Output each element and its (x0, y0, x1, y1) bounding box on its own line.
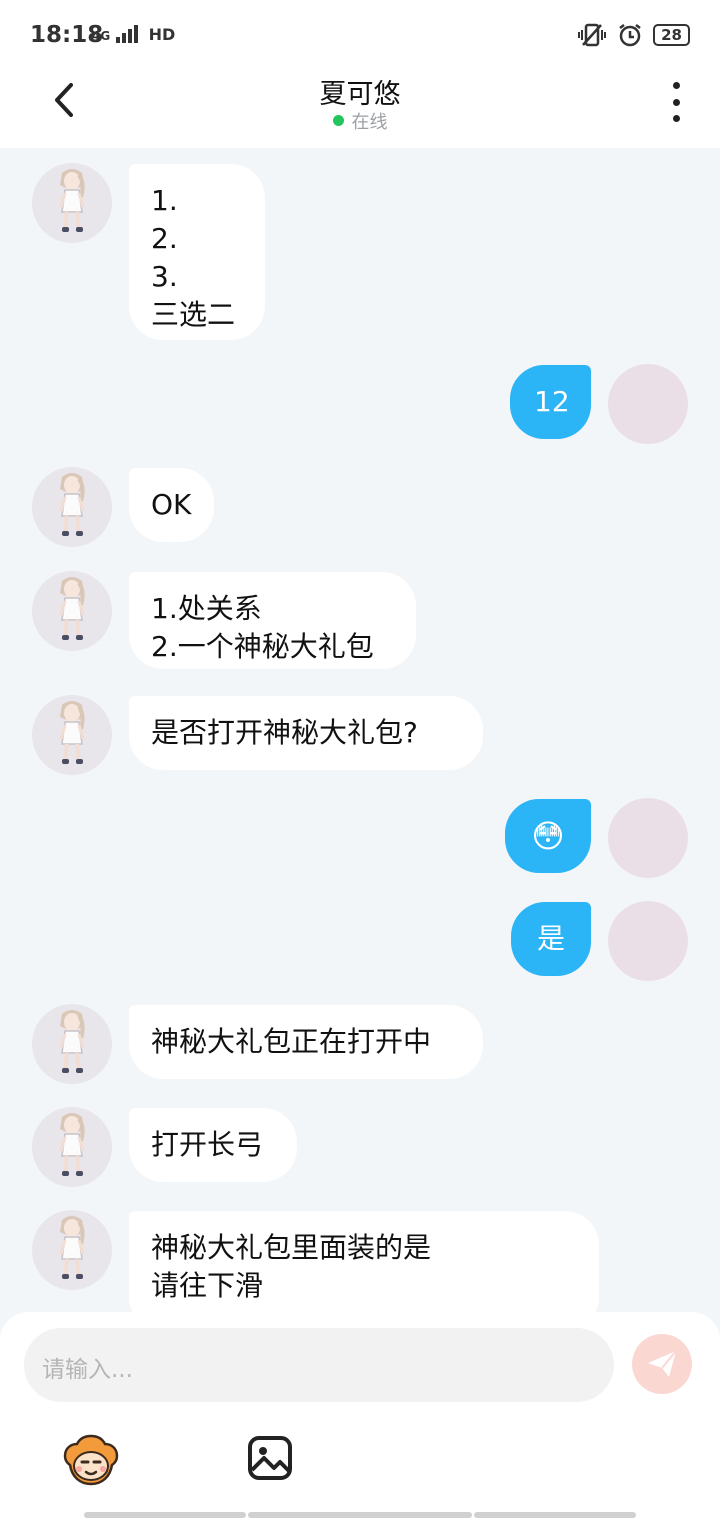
message-bubble-incoming[interactable]: 1.处关系 2.一个神秘大礼包 (129, 572, 416, 669)
nav-indicator-center (248, 1512, 472, 1518)
presence-status: 在线 (0, 108, 720, 134)
message-bubble-incoming[interactable]: 神秘大礼包正在打开中 (129, 1005, 483, 1079)
character-avatar-icon (59, 701, 85, 764)
user-avatar[interactable] (608, 798, 688, 878)
message-bubble-outgoing[interactable]: 是 (511, 902, 591, 976)
image-picker-button[interactable] (246, 1434, 294, 1482)
contact-avatar[interactable] (32, 467, 112, 547)
vibrate-icon (578, 23, 607, 47)
online-dot (332, 115, 344, 126)
send-button[interactable] (632, 1334, 692, 1394)
composer: 请输入... (0, 1312, 720, 1520)
message-input[interactable]: 请输入... (24, 1328, 614, 1402)
message-bubble-incoming[interactable]: 1. 2. 3. 三选二 (129, 164, 265, 340)
emoji-sticker-icon (63, 1434, 119, 1486)
character-avatar-icon (59, 1113, 85, 1176)
signal-icon (116, 25, 139, 43)
nav-indicator-right (474, 1512, 636, 1518)
hd-indicator: HD (148, 25, 176, 44)
message-bubble-outgoing[interactable]: 12 (510, 365, 591, 439)
character-avatar-icon (59, 577, 85, 640)
character-avatar-icon (59, 1216, 85, 1279)
image-icon (248, 1436, 292, 1480)
contact-avatar[interactable] (32, 163, 112, 243)
character-avatar-icon (59, 473, 85, 536)
message-bubble-incoming[interactable]: 打开长弓 (129, 1108, 297, 1182)
emoji-sticker-button[interactable] (60, 1432, 122, 1488)
status-bar: 18:18 4G HD 28 (0, 0, 720, 72)
character-avatar-icon (59, 1010, 85, 1073)
contact-avatar[interactable] (32, 1210, 112, 1290)
character-avatar-icon (59, 169, 85, 232)
battery-indicator: 28 (653, 24, 690, 46)
message-bubble-outgoing[interactable]: 😳 (505, 799, 591, 873)
network-type: 4G (92, 29, 111, 43)
contact-avatar[interactable] (32, 1107, 112, 1187)
chat-header: 夏可悠 在线 (0, 72, 720, 148)
contact-avatar[interactable] (32, 571, 112, 651)
presence-label: 在线 (351, 112, 388, 133)
more-menu-button[interactable] (666, 82, 686, 122)
contact-avatar[interactable] (32, 695, 112, 775)
network-indicator: 4G HD (92, 24, 175, 44)
message-bubble-incoming[interactable]: OK (129, 468, 214, 542)
status-icons: 28 (577, 22, 690, 48)
message-bubble-incoming[interactable]: 是否打开神秘大礼包? (129, 696, 483, 770)
paper-plane-icon (648, 1350, 677, 1377)
contact-avatar[interactable] (32, 1004, 112, 1084)
nav-indicator-left (84, 1512, 246, 1518)
user-avatar[interactable] (608, 364, 688, 444)
more-vertical-icon (672, 82, 680, 89)
contact-name: 夏可悠 (319, 79, 401, 110)
user-avatar[interactable] (608, 901, 688, 981)
alarm-icon (619, 24, 641, 47)
